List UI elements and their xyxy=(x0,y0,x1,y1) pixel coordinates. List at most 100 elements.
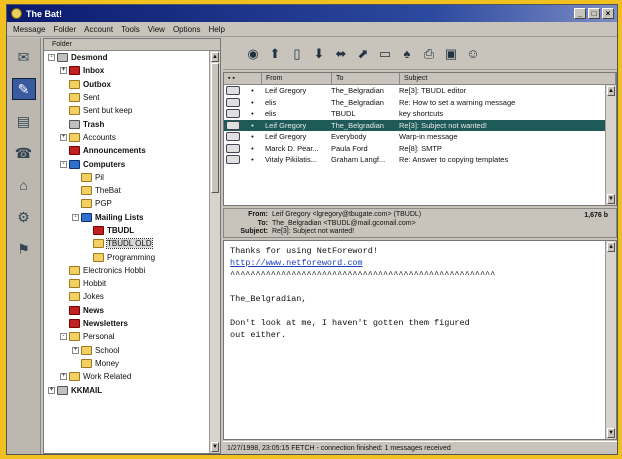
address-icon[interactable]: ☺ xyxy=(465,46,481,62)
folder-label: School xyxy=(95,345,120,355)
folder-item[interactable]: Jokes xyxy=(44,290,209,303)
msg-scroll-down-arrow-icon[interactable]: ▼ xyxy=(607,194,615,204)
print-icon[interactable]: ▭ xyxy=(377,46,393,62)
menu-view[interactable]: View xyxy=(148,25,165,34)
address-book-icon[interactable]: ⌂ xyxy=(12,174,36,196)
column-flags[interactable]: ▪ ▪ xyxy=(224,73,262,84)
menu-account[interactable]: Account xyxy=(84,25,113,34)
message-row[interactable]: • elis TBUDL key shortcuts xyxy=(224,108,616,120)
message-body[interactable]: Thanks for using NetForeword! http://www… xyxy=(223,240,617,440)
folder-item[interactable]: - Desmond xyxy=(44,51,209,64)
folder-scrollbar[interactable]: ▲ ▼ xyxy=(209,51,220,453)
expand-toggle-icon[interactable]: + xyxy=(60,67,67,75)
message-rows: • Leif Gregory The_Belgradian Re[3]: TBUDL … xyxy=(224,85,616,166)
find-icon[interactable]: ♠ xyxy=(399,46,415,62)
folder-item[interactable]: News xyxy=(44,304,209,317)
body-scroll-down-arrow-icon[interactable]: ▼ xyxy=(607,428,615,438)
message-row[interactable]: • Marck D. Pear... Paula Ford Re[8]: SMTP xyxy=(224,143,616,155)
folder-item[interactable]: Pil xyxy=(44,171,209,184)
folder-item[interactable]: Sent but keep xyxy=(44,104,209,117)
menu-tools[interactable]: Tools xyxy=(121,25,140,34)
new-message-icon[interactable]: ▯ xyxy=(289,46,305,62)
folder-icon xyxy=(69,305,80,315)
folder-item[interactable]: - Computers xyxy=(44,157,209,170)
message-row[interactable]: • elis The_Belgradian Re: How to set a warn… xyxy=(224,97,616,109)
scroll-thumb[interactable] xyxy=(211,63,219,193)
folder-item[interactable]: + School xyxy=(44,344,209,357)
expand-toggle-icon[interactable]: + xyxy=(60,133,67,141)
message-to: TBUDL xyxy=(331,109,356,119)
folder-item[interactable]: TheBat xyxy=(44,184,209,197)
folder-item[interactable]: Hobbit xyxy=(44,277,209,290)
expand-toggle-icon[interactable]: - xyxy=(60,333,67,341)
folder-icon xyxy=(81,345,92,355)
scroll-up-arrow-icon[interactable]: ▲ xyxy=(211,52,219,62)
message-row[interactable]: • Leif Gregory The_Belgradian Re[3]: TBUDL … xyxy=(224,85,616,97)
folder-item[interactable]: - Mailing Lists xyxy=(44,211,209,224)
folder-label: Inbox xyxy=(83,66,105,76)
expand-toggle-icon[interactable]: + xyxy=(60,373,67,381)
phone-icon[interactable]: ☎ xyxy=(12,142,36,164)
menu-options[interactable]: Options xyxy=(173,25,201,34)
from-value: Leif Gregory <lgregory@tbugate.com> (TBU… xyxy=(272,211,422,218)
expand-toggle-icon[interactable]: - xyxy=(72,213,79,221)
envelope-icon xyxy=(226,132,240,142)
folder-item[interactable]: TBUDL OLD xyxy=(44,237,209,250)
folder-item[interactable]: Outbox xyxy=(44,78,209,91)
message-row[interactable]: • Leif Gregory The_Belgradian Re[3]: Subjec… xyxy=(224,119,616,131)
scroll-down-arrow-icon[interactable]: ▼ xyxy=(211,442,219,452)
message-scrollbar[interactable]: ▲ ▼ xyxy=(605,85,616,205)
expand-toggle-icon[interactable]: + xyxy=(72,346,79,354)
folder-item[interactable]: TBUDL xyxy=(44,224,209,237)
folder-item[interactable]: Newsletters xyxy=(44,317,209,330)
folder-item[interactable]: + KKMAIL xyxy=(44,383,209,396)
tools-icon[interactable]: ⚙ xyxy=(12,206,36,228)
mailbox-icon[interactable]: ✉ xyxy=(12,46,36,68)
maximize-button[interactable]: □ xyxy=(588,8,600,19)
body-link[interactable]: http://www.netforeword.com xyxy=(230,257,600,269)
expand-toggle-icon[interactable]: + xyxy=(48,386,55,394)
printer-icon[interactable]: ⎙ xyxy=(421,46,437,62)
forward-icon[interactable]: ⬈ xyxy=(355,46,371,62)
folder-item[interactable]: Sent xyxy=(44,91,209,104)
edit-icon[interactable]: ✎ xyxy=(11,78,36,100)
folder-label: Trash xyxy=(83,119,105,129)
minimize-button[interactable]: _ xyxy=(574,8,586,19)
body-scroll-up-arrow-icon[interactable]: ▲ xyxy=(607,242,615,252)
reply-icon[interactable]: ⬇ xyxy=(311,46,327,62)
folder-item[interactable]: - Personal xyxy=(44,330,209,343)
message-row[interactable]: • Leif Gregory Everybody Warp-in message xyxy=(224,131,616,143)
reply-all-icon[interactable]: ⬌ xyxy=(333,46,349,62)
save-icon[interactable]: ▣ xyxy=(443,46,459,62)
priority-dot-icon: • xyxy=(251,132,254,142)
menu-folder[interactable]: Folder xyxy=(53,25,76,34)
folder-item[interactable]: Announcements xyxy=(44,144,209,157)
column-from[interactable]: From xyxy=(262,73,332,84)
expand-toggle-icon[interactable]: - xyxy=(48,54,55,62)
message-row[interactable]: • Vitaly Pikilatis... Graham Langf... Re: A… xyxy=(224,154,616,166)
column-to[interactable]: To xyxy=(332,73,400,84)
folder-item[interactable]: Programming xyxy=(44,250,209,263)
folder-item[interactable]: + Accounts xyxy=(44,131,209,144)
folder-item[interactable]: Electronics Hobbi xyxy=(44,264,209,277)
get-mail-icon[interactable]: ◉ xyxy=(245,46,261,62)
expand-toggle-icon[interactable]: - xyxy=(60,160,67,168)
menu-help[interactable]: Help xyxy=(209,25,225,34)
folder-label: Announcements xyxy=(83,146,146,156)
menu-message[interactable]: Message xyxy=(13,25,45,34)
folder-label: Hobbit xyxy=(83,279,107,289)
body-scrollbar[interactable]: ▲ ▼ xyxy=(605,241,616,439)
network-icon[interactable]: ⚑ xyxy=(12,238,36,260)
column-subject[interactable]: Subject xyxy=(400,73,616,84)
message-from: Vitaly Pikilatis... xyxy=(265,155,317,165)
close-button[interactable]: × xyxy=(602,8,614,19)
folder-item[interactable]: Money xyxy=(44,357,209,370)
folder-item[interactable]: PGP xyxy=(44,197,209,210)
folder-item[interactable]: Trash xyxy=(44,117,209,130)
send-icon[interactable]: ⬆ xyxy=(267,46,283,62)
folder-icon[interactable]: ▤ xyxy=(12,110,36,132)
folder-item[interactable]: + Inbox xyxy=(44,64,209,77)
message-subject: Re[3]: Subject not wanted! xyxy=(399,120,487,130)
folder-item[interactable]: + Work Related xyxy=(44,370,209,383)
msg-scroll-up-arrow-icon[interactable]: ▲ xyxy=(607,86,615,96)
